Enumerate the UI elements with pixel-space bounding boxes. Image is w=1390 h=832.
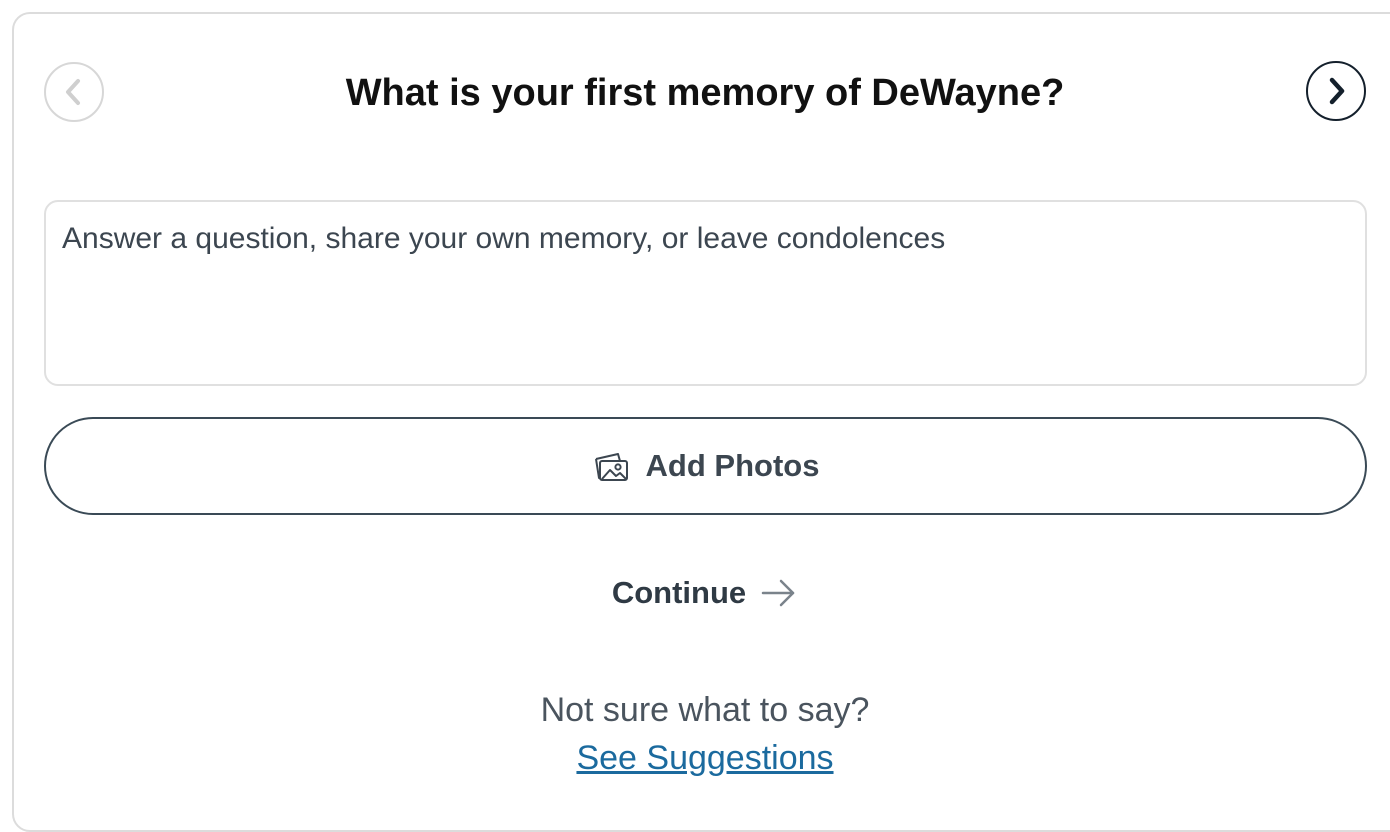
see-suggestions-link[interactable]: See Suggestions [300,734,1110,782]
continue-label: Continue [611,575,747,610]
chevron-right-icon [1329,77,1345,105]
help-prompt: Not sure what to say? [540,691,870,729]
question-title: What is your first memory of DeWayne? [345,72,1065,114]
next-question-button[interactable] [1306,61,1366,121]
memory-text-input[interactable] [44,200,1367,386]
add-photos-label: Add Photos [645,448,820,483]
photos-icon [594,453,628,481]
arrow-right-icon [761,579,795,607]
chevron-left-icon [66,79,80,105]
add-photos-button[interactable]: Add Photos [44,417,1367,515]
previous-question-button[interactable] [44,62,104,122]
continue-button[interactable]: Continue [560,568,850,618]
